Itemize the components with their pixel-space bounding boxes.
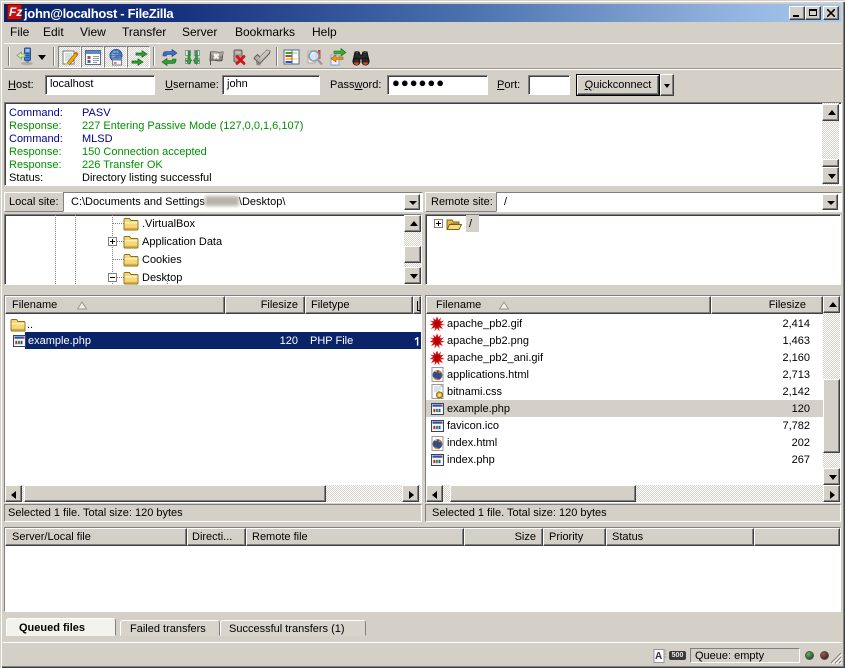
svg-text:A: A [655,651,662,662]
